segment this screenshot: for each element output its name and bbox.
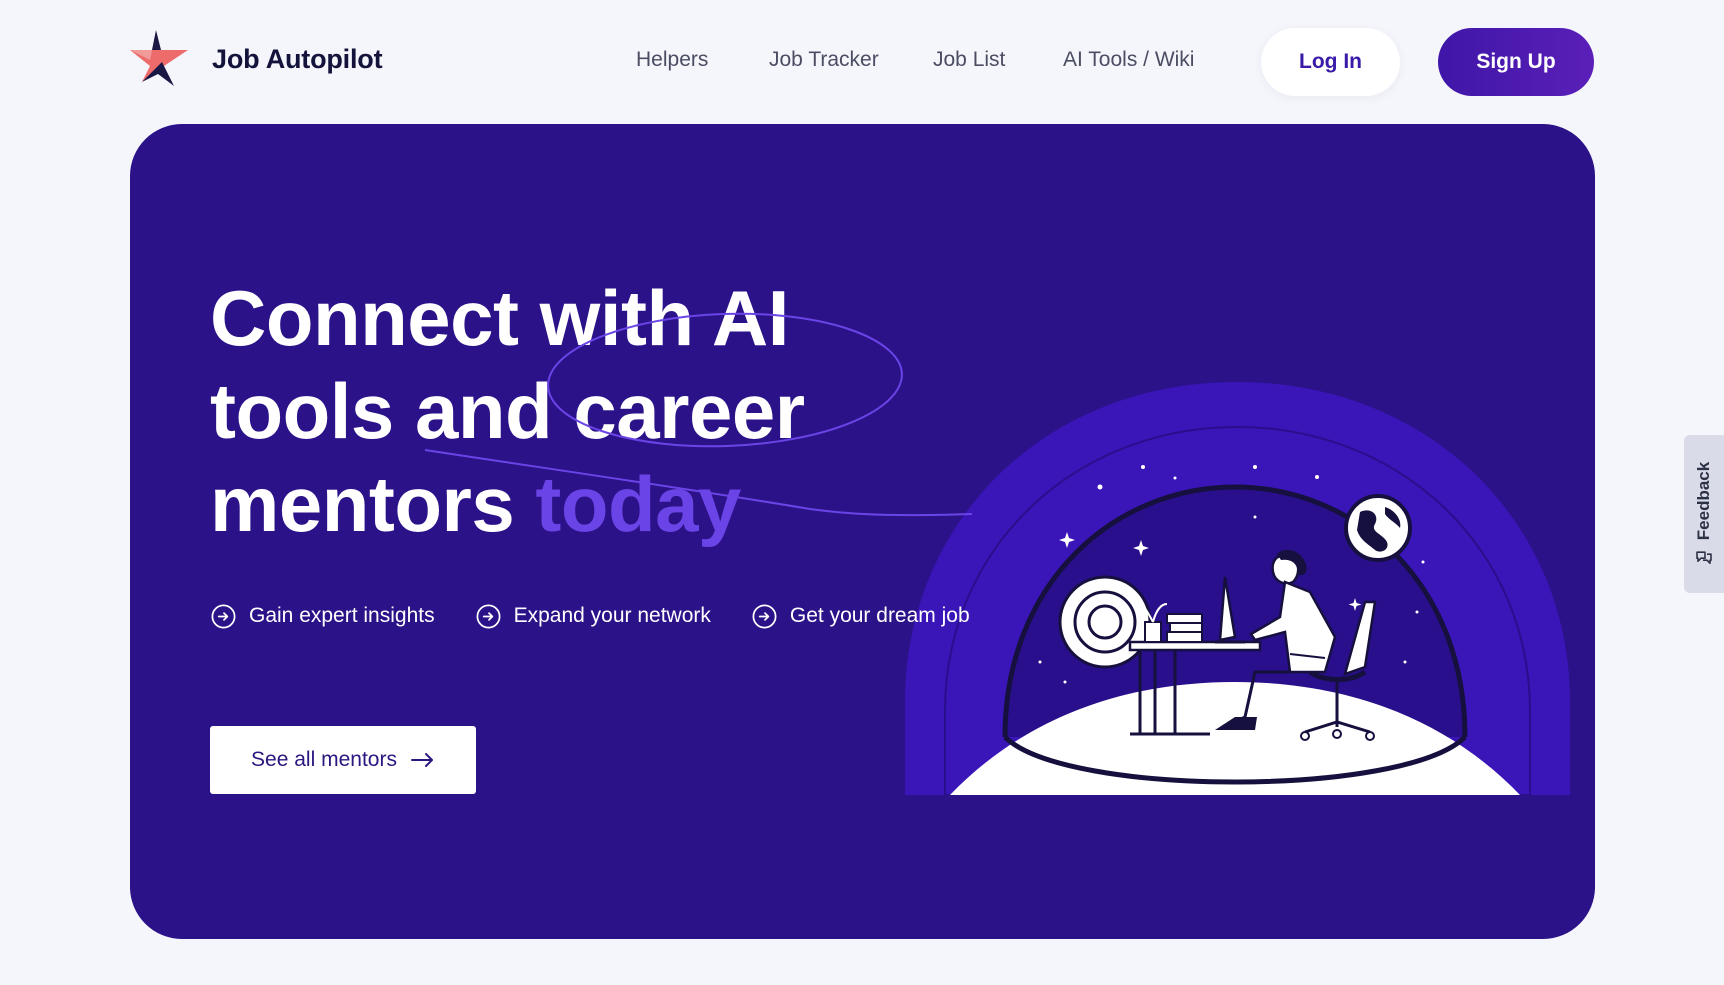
feature-label: Gain expert insights: [249, 604, 435, 627]
feedback-tab[interactable]: Feedback: [1684, 435, 1724, 593]
nav-item-job-tracker[interactable]: Job Tracker: [769, 48, 879, 72]
nav-item-helpers[interactable]: Helpers: [636, 48, 708, 72]
feedback-inner: Feedback: [1694, 462, 1714, 566]
headline-mentors: mentors: [210, 460, 515, 548]
headline-line-3: mentors today: [210, 458, 930, 551]
person-working-in-space-dome-illustration: [905, 382, 1570, 795]
feature-label: Get your dream job: [789, 604, 970, 627]
site-header: Job Autopilot Helpers Job Tracker Job Li…: [0, 0, 1724, 124]
arrow-right-icon: [410, 753, 433, 767]
headline-accent-today: today: [535, 460, 741, 548]
headline-line-2: tools and career: [210, 367, 805, 455]
feature-item: Get your dream job: [751, 603, 970, 630]
hero-headline: Connect with AI tools and career mentors…: [210, 272, 930, 551]
headline-line-1: Connect with AI: [210, 274, 789, 362]
arrow-circle-icon: [211, 604, 236, 628]
feedback-icon: [1696, 551, 1712, 565]
feature-label: Expand your network: [513, 604, 711, 627]
hero-banner: Connect with AI tools and career mentors…: [130, 124, 1595, 939]
signup-button[interactable]: Sign Up: [1438, 28, 1594, 96]
arrow-circle-icon: [752, 604, 777, 628]
feature-item: Expand your network: [475, 603, 711, 630]
feature-list: Gain expert insights Expand your network…: [210, 598, 1010, 634]
see-all-mentors-button[interactable]: See all mentors: [210, 726, 476, 794]
arrow-circle-icon: [476, 604, 501, 628]
cta-label: See all mentors: [251, 748, 397, 771]
nav-item-ai-tools-wiki[interactable]: AI Tools / Wiki: [1063, 48, 1194, 72]
feedback-label: Feedback: [1694, 461, 1713, 541]
feature-item: Gain expert insights: [210, 603, 435, 630]
login-button[interactable]: Log In: [1261, 28, 1400, 96]
nav-item-job-list[interactable]: Job List: [933, 48, 1005, 72]
